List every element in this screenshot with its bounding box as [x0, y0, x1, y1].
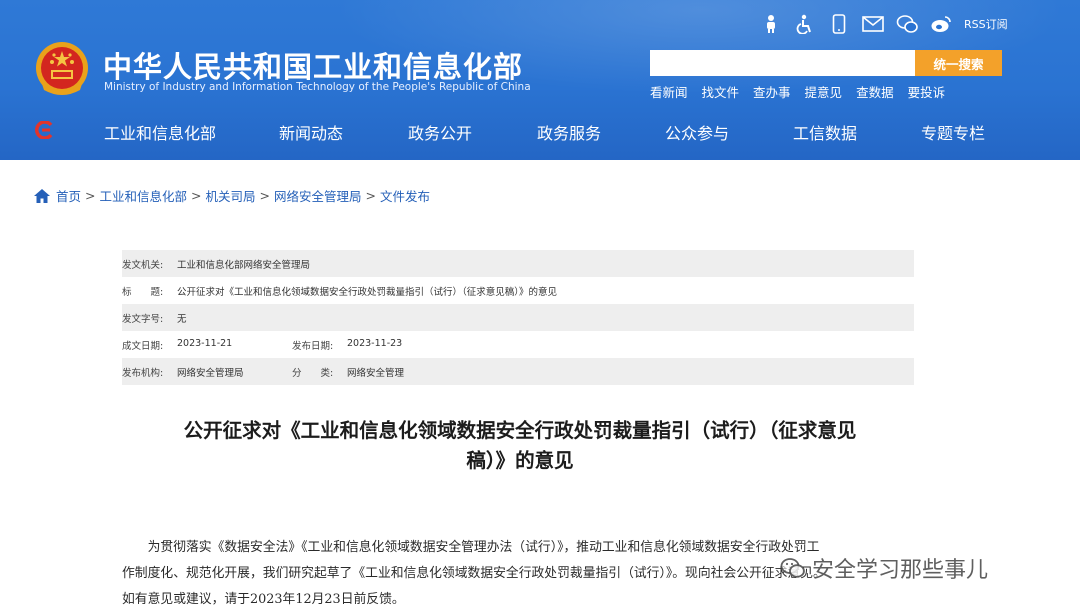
search-input[interactable]	[650, 50, 915, 76]
meta-value-title: 公开征求对《工业和信息化领域数据安全行政处罚裁量指引（试行）（征求意见稿）》的意…	[177, 286, 558, 298]
meta-value-published: 2023-11-23	[347, 337, 403, 349]
breadcrumb: 首页 > 工业和信息化部 > 机关司局 > 网络安全管理局 > 文件发布	[34, 186, 430, 205]
accessibility-icon[interactable]	[794, 13, 816, 35]
nav-item-data[interactable]: 工信数据	[793, 120, 857, 144]
article-body-line-3: 如有意见或建议，请于2023年12月23日前反馈。	[122, 592, 405, 607]
watermark-text: 安全学习那些事儿	[812, 558, 989, 583]
quick-link-data[interactable]: 查数据	[856, 82, 894, 101]
meta-value-created: 2023-11-21	[177, 337, 233, 349]
nav-item-gov-affairs[interactable]: 政务公开	[408, 120, 472, 144]
meta-row-org: 发布机构: 网络安全管理局 分 类: 网络安全管理	[122, 358, 914, 385]
top-icon-bar: RSS订阅	[760, 12, 1008, 36]
weibo-icon[interactable]	[930, 13, 952, 35]
wechat-watermark-icon	[780, 558, 805, 578]
breadcrumb-separator: >	[191, 188, 202, 203]
mail-icon[interactable]	[862, 13, 884, 35]
meta-value-doc-number: 无	[177, 313, 187, 325]
meta-row-title: 标 题: 公开征求对《工业和信息化领域数据安全行政处罚裁量指引（试行）（征求意见…	[122, 277, 914, 304]
nav-item-ministry[interactable]: 工业和信息化部	[104, 120, 216, 144]
site-title: 中华人民共和国工业和信息化部	[103, 50, 524, 84]
home-icon	[34, 188, 50, 203]
breadcrumb-home[interactable]: 首页	[56, 186, 81, 205]
rss-subscribe-link[interactable]: RSS订阅	[964, 16, 1008, 32]
nav-item-participation[interactable]: 公众参与	[665, 120, 729, 144]
quick-link-services[interactable]: 查办事	[753, 82, 791, 101]
meta-cell-org: 发布机构: 网络安全管理局	[122, 365, 292, 379]
meta-label-title: 标 题:	[122, 286, 164, 298]
breadcrumb-separator: >	[259, 188, 270, 203]
meta-row-issuer: 发文机关: 工业和信息化部网络安全管理局	[122, 250, 914, 277]
main-nav: 工业和信息化部 新闻动态 政务公开 政务服务 公众参与 工信数据 专题专栏	[0, 112, 1080, 150]
article-title-line-2: 稿）》的意见	[466, 449, 574, 472]
quick-links: 看新闻 找文件 查办事 提意见 查数据 要投诉	[650, 82, 959, 101]
wechat-watermark: 安全学习那些事儿	[780, 552, 988, 584]
quick-link-news[interactable]: 看新闻	[650, 82, 688, 101]
search-button[interactable]: 统一搜索	[915, 50, 1002, 76]
elderly-mode-icon[interactable]	[760, 13, 782, 35]
meta-cell-published: 发布日期: 2023-11-23	[292, 338, 402, 352]
breadcrumb-separator: >	[85, 188, 96, 203]
meta-row-dates: 成文日期: 2023-11-21 发布日期: 2023-11-23	[122, 331, 914, 358]
meta-value-category: 网络安全管理	[347, 367, 405, 379]
site-subtitle: Ministry of Industry and Information Tec…	[104, 81, 531, 93]
breadcrumb-departments[interactable]: 机关司局	[206, 186, 256, 205]
quick-link-complaint[interactable]: 要投诉	[908, 82, 946, 101]
document-meta-table: 发文机关: 工业和信息化部网络安全管理局 标 题: 公开征求对《工业和信息化领域…	[122, 250, 914, 385]
quick-link-files[interactable]: 找文件	[702, 82, 740, 101]
meta-label-org: 发布机构:	[122, 367, 164, 379]
meta-label-created: 成文日期:	[122, 340, 164, 352]
meta-label-category: 分 类:	[292, 367, 334, 379]
national-emblem-icon	[36, 42, 88, 95]
breadcrumb-documents[interactable]: 文件发布	[380, 186, 430, 205]
nav-item-news[interactable]: 新闻动态	[279, 120, 343, 144]
meta-cell-created: 成文日期: 2023-11-21	[122, 338, 292, 352]
meta-cell-category: 分 类: 网络安全管理	[292, 365, 404, 379]
site-header: 中华人民共和国工业和信息化部 Ministry of Industry and …	[0, 0, 1080, 160]
mobile-icon[interactable]	[828, 13, 850, 35]
breadcrumb-cybersecurity-bureau[interactable]: 网络安全管理局	[274, 186, 362, 205]
article-title-line-1: 公开征求对《工业和信息化领域数据安全行政处罚裁量指引（试行）（征求意见	[183, 419, 857, 442]
quick-link-feedback[interactable]: 提意见	[805, 82, 843, 101]
breadcrumb-ministry[interactable]: 工业和信息化部	[100, 186, 188, 205]
meta-label-published: 发布日期:	[292, 340, 334, 352]
article-title: 公开征求对《工业和信息化领域数据安全行政处罚裁量指引（试行）（征求意见 稿）》的…	[120, 416, 920, 476]
nav-item-topics[interactable]: 专题专栏	[921, 120, 985, 144]
meta-label-issuer: 发文机关:	[122, 259, 164, 271]
meta-value-issuer: 工业和信息化部网络安全管理局	[177, 259, 311, 271]
meta-label-doc-number: 发文字号:	[122, 313, 164, 325]
breadcrumb-separator: >	[365, 188, 376, 203]
meta-value-org: 网络安全管理局	[177, 367, 244, 379]
meta-row-doc-number: 发文字号: 无	[122, 304, 914, 331]
nav-item-services[interactable]: 政务服务	[537, 120, 601, 144]
wechat-icon[interactable]	[896, 13, 918, 35]
